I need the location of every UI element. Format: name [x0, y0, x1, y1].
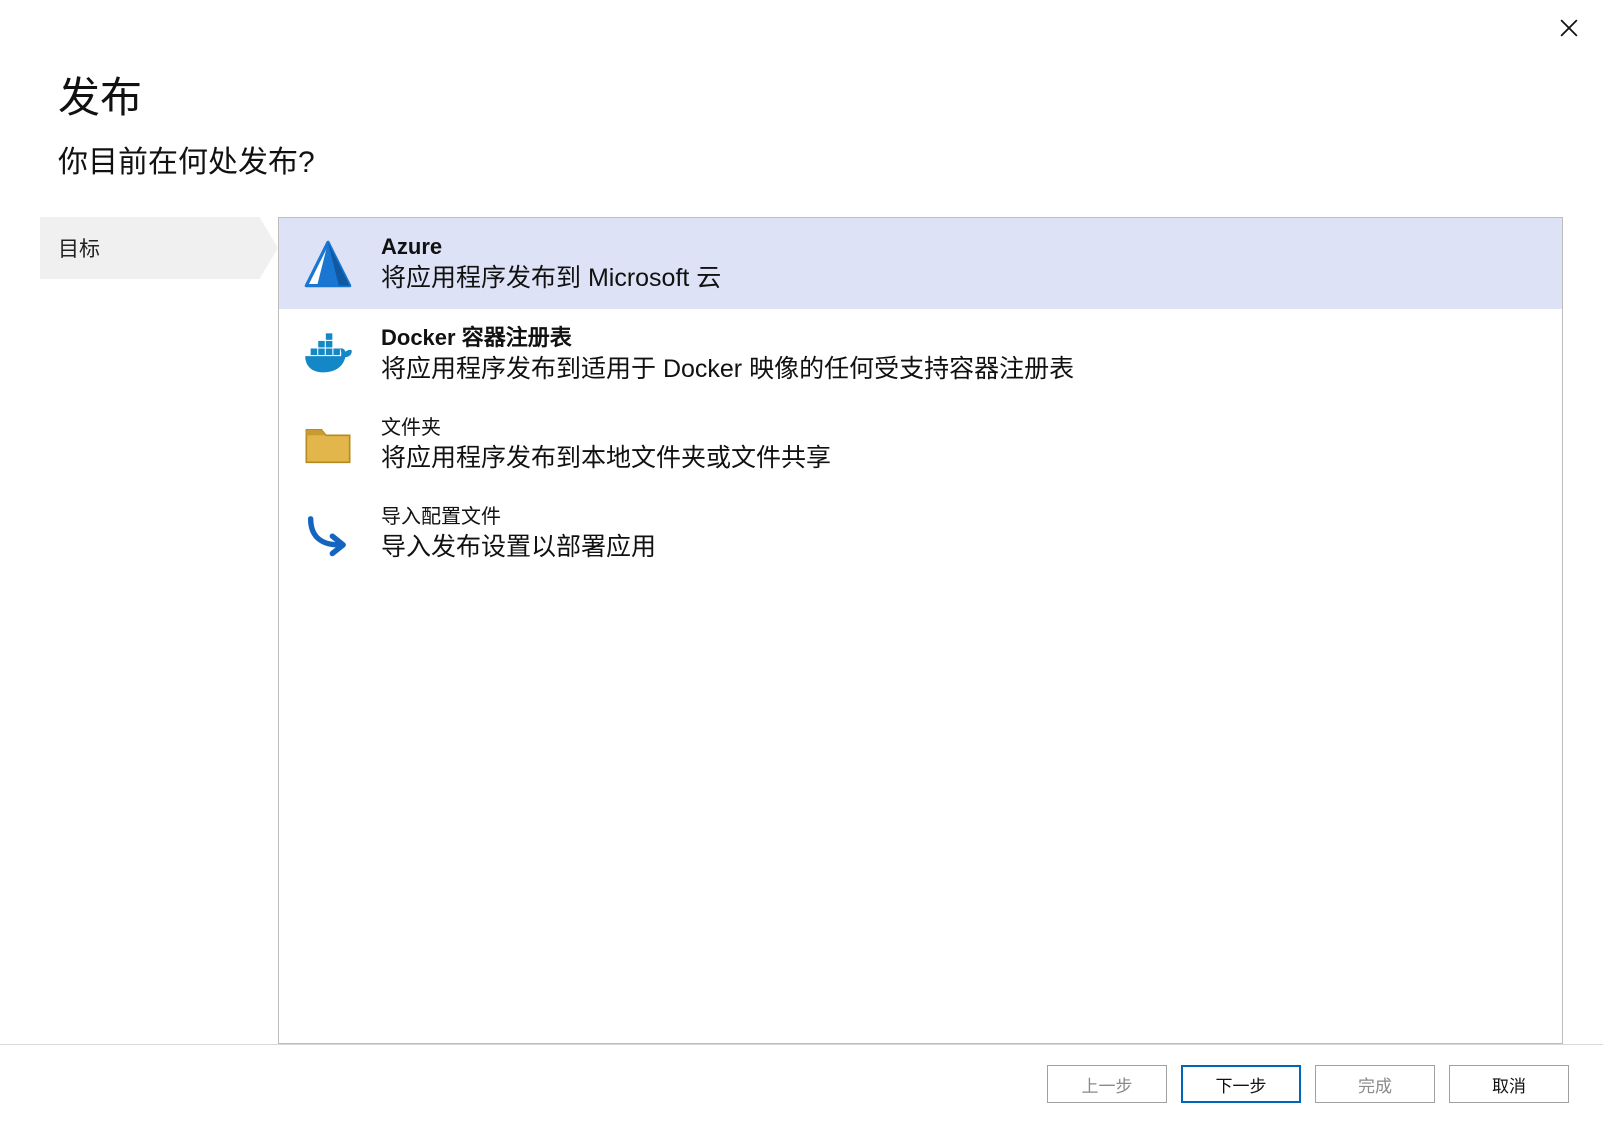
back-button: 上一步: [1047, 1065, 1167, 1103]
close-button[interactable]: [1559, 18, 1579, 38]
option-title: 文件夹: [381, 415, 831, 442]
option-desc: 将应用程序发布到本地文件夹或文件共享: [381, 442, 831, 476]
next-button[interactable]: 下一步: [1181, 1065, 1301, 1103]
option-desc: 将应用程序发布到适用于 Docker 映像的任何受支持容器注册表: [381, 353, 1074, 387]
option-title: Docker 容器注册表: [381, 323, 1074, 353]
azure-icon: [301, 237, 355, 291]
option-desc: 导入发布设置以部署应用: [381, 531, 656, 565]
page-title: 发布: [58, 64, 1545, 125]
folder-icon: [301, 418, 355, 472]
import-arrow-icon: [301, 507, 355, 561]
wizard-steps: 目标: [40, 217, 260, 1044]
option-docker[interactable]: Docker 容器注册表 将应用程序发布到适用于 Docker 映像的任何受支持…: [279, 309, 1562, 400]
footer-buttons: 上一步 下一步 完成 取消: [0, 1044, 1603, 1123]
page-subtitle: 你目前在何处发布?: [58, 137, 1545, 181]
option-import-profile[interactable]: 导入配置文件 导入发布设置以部署应用: [279, 490, 1562, 579]
option-title: 导入配置文件: [381, 504, 656, 531]
option-azure[interactable]: Azure 将应用程序发布到 Microsoft 云: [279, 218, 1562, 309]
cancel-button[interactable]: 取消: [1449, 1065, 1569, 1103]
step-label: 目标: [58, 238, 100, 261]
option-title: Azure: [381, 232, 721, 262]
option-folder[interactable]: 文件夹 将应用程序发布到本地文件夹或文件共享: [279, 401, 1562, 490]
finish-button: 完成: [1315, 1065, 1435, 1103]
close-icon: [1560, 19, 1578, 37]
docker-icon: [301, 328, 355, 382]
option-desc: 将应用程序发布到 Microsoft 云: [381, 262, 721, 296]
target-options-panel: Azure 将应用程序发布到 Microsoft 云: [278, 217, 1563, 1044]
step-target[interactable]: 目标: [40, 217, 260, 279]
